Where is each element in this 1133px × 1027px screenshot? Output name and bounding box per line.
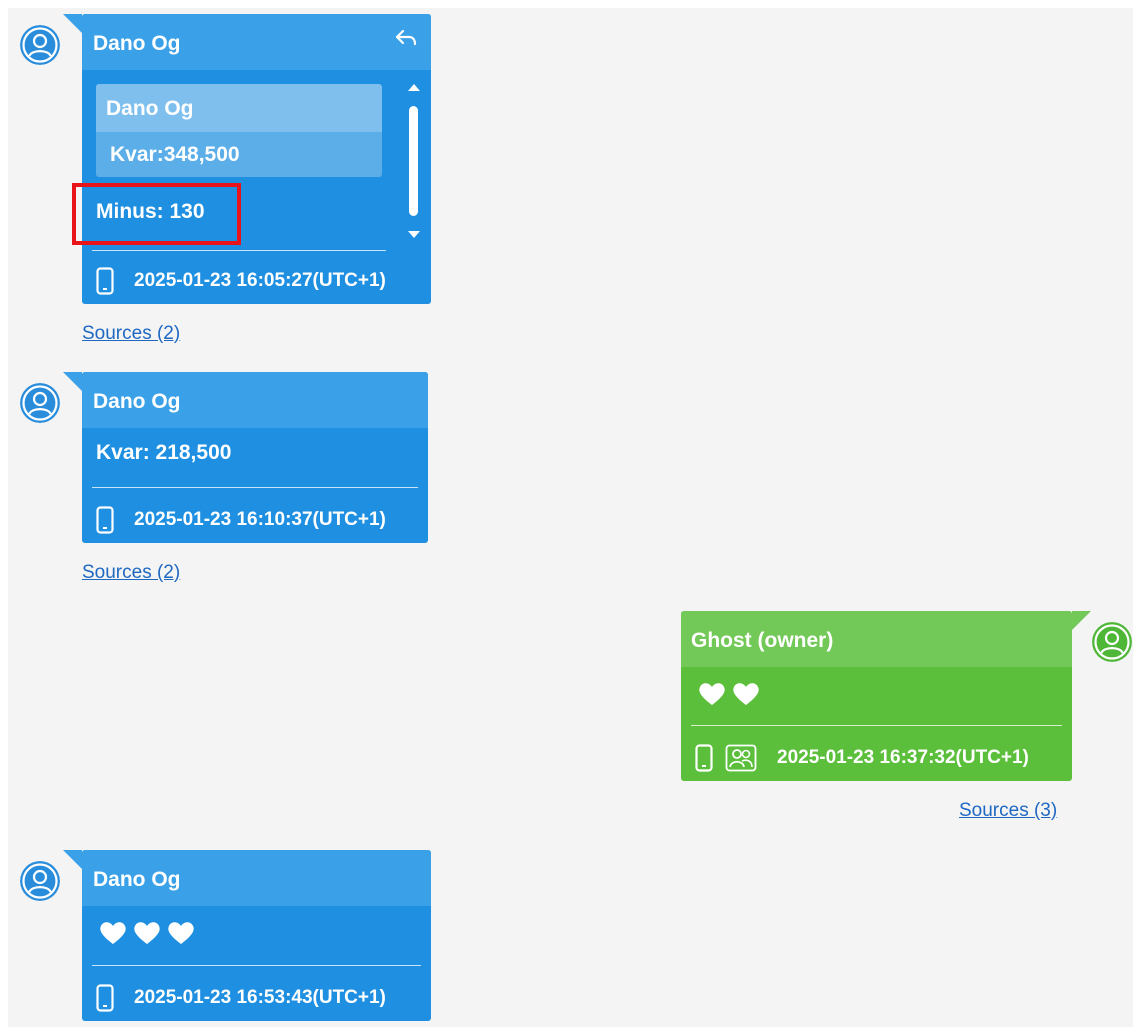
quoted-text: Kvar:348,500	[110, 143, 240, 166]
bubble-tail	[63, 14, 82, 33]
message-bubble[interactable]: Ghost (owner) 2025-01-23 16:37:32(UTC+1)	[681, 611, 1091, 781]
message-timestamp: 2025-01-23 16:53:43(UTC+1)	[134, 987, 386, 1008]
message-bubble[interactable]: Dano Og Kvar: 218,500 2025-01-23 16:10:3…	[63, 372, 428, 543]
message-footer: 2025-01-23 16:37:32(UTC+1)	[695, 743, 1029, 773]
bubble-tail	[63, 372, 82, 391]
message-footer: 2025-01-23 16:53:43(UTC+1)	[96, 983, 386, 1013]
sources-link[interactable]: Sources (3)	[959, 800, 1057, 822]
message-divider	[92, 250, 386, 251]
scroll-thumb[interactable]	[409, 106, 418, 216]
message-divider	[691, 725, 1062, 726]
message-bubble[interactable]: Dano Og 2025-01-23 16:53:43(UTC+1)	[63, 850, 431, 1021]
message-scrollbar[interactable]	[404, 78, 424, 248]
message-timestamp: 2025-01-23 16:10:37(UTC+1)	[134, 509, 386, 530]
sender-avatar-icon[interactable]	[20, 383, 60, 423]
quoted-message[interactable]: Dano Og Kvar:348,500	[96, 84, 382, 177]
message-timestamp: 2025-01-23 16:05:27(UTC+1)	[134, 270, 386, 291]
sender-avatar-icon[interactable]	[1092, 622, 1132, 662]
bubble-tail	[63, 850, 82, 869]
phone-icon	[96, 984, 114, 1012]
heart-icon	[168, 922, 194, 944]
sources-link[interactable]: Sources (2)	[82, 562, 180, 584]
message-sender: Ghost (owner)	[681, 611, 1072, 667]
highlight-box	[72, 183, 241, 245]
message-sender: Dano Og	[82, 372, 428, 428]
message-text	[697, 681, 761, 707]
reply-icon[interactable]	[394, 28, 418, 50]
phone-icon	[695, 744, 713, 772]
group-icon	[725, 744, 757, 772]
heart-icon	[134, 922, 160, 944]
scroll-up-arrow-icon[interactable]	[404, 80, 424, 94]
message-divider	[92, 965, 421, 966]
message-footer: 2025-01-23 16:10:37(UTC+1)	[96, 505, 386, 535]
sender-avatar-icon[interactable]	[20, 25, 60, 65]
scroll-down-arrow-icon[interactable]	[404, 228, 424, 242]
heart-icon	[699, 683, 725, 705]
message-sender: Dano Og	[82, 14, 431, 70]
message-text: Kvar: 218,500	[96, 441, 232, 464]
heart-icon	[733, 683, 759, 705]
message-bubble[interactable]: Dano Og Dano Og Kvar:348,500 Minus: 130 …	[63, 14, 431, 304]
quoted-sender: Dano Og	[96, 84, 382, 132]
message-divider	[92, 487, 418, 488]
sender-avatar-icon[interactable]	[20, 861, 60, 901]
message-sender: Dano Og	[82, 850, 431, 906]
phone-icon	[96, 267, 114, 295]
message-timestamp: 2025-01-23 16:37:32(UTC+1)	[777, 747, 1029, 768]
message-footer: 2025-01-23 16:05:27(UTC+1)	[96, 266, 386, 296]
message-text	[98, 920, 196, 946]
heart-icon	[100, 922, 126, 944]
phone-icon	[96, 506, 114, 534]
bubble-tail	[1072, 611, 1091, 630]
sources-link[interactable]: Sources (2)	[82, 323, 180, 345]
